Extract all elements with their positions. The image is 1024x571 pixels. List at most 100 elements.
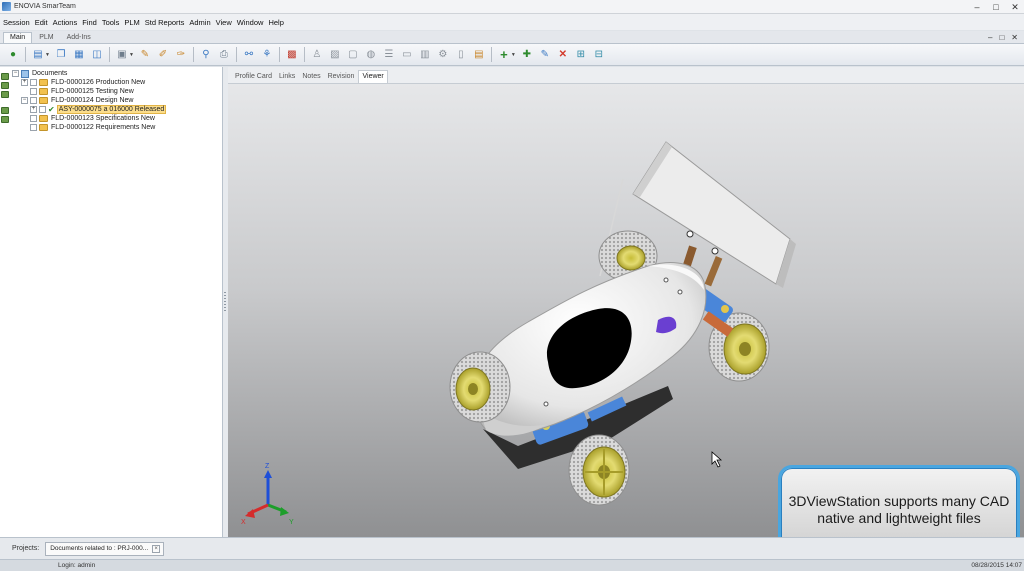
mdi-minimize-button[interactable]: – xyxy=(988,33,992,42)
mdi-close-button[interactable]: ✕ xyxy=(1011,33,1018,42)
axis-label-y: Y xyxy=(289,519,294,526)
splitter-grip-icon[interactable] xyxy=(224,292,226,312)
modify-icon[interactable]: ✎ xyxy=(537,47,552,62)
list-icon[interactable]: ☰ xyxy=(381,47,396,62)
menu-plm[interactable]: PLM xyxy=(124,18,139,27)
checkbox[interactable] xyxy=(30,97,37,104)
title-bar: ENOVIA SmarTeam – □ ✕ xyxy=(0,0,1024,14)
hierarchy-icon[interactable]: ⊞ xyxy=(573,47,588,62)
menu-view[interactable]: View xyxy=(216,18,232,27)
menu-tools[interactable]: Tools xyxy=(102,18,120,27)
structure-icon[interactable]: ⊟ xyxy=(591,47,606,62)
chart-icon[interactable]: ▥ xyxy=(417,47,432,62)
folder-icon xyxy=(39,88,48,95)
tab-add-ins[interactable]: Add-Ins xyxy=(61,33,97,43)
settings-icon[interactable]: ⚙ xyxy=(435,47,450,62)
tree-item-label[interactable]: ASY-0000075 a 016000 Released xyxy=(56,105,167,114)
tab-main[interactable]: Main xyxy=(3,32,33,43)
split-view-icon[interactable]: ◫ xyxy=(89,47,104,62)
tree-item-label[interactable]: FLD-0000125 Testing New xyxy=(51,88,134,95)
menu-window[interactable]: Window xyxy=(237,18,264,27)
checkbox[interactable] xyxy=(30,115,37,122)
toolbar-separator xyxy=(192,47,194,62)
folder-icon xyxy=(39,97,48,104)
status-marker-icon xyxy=(1,73,9,80)
menu-edit[interactable]: Edit xyxy=(35,18,48,27)
dropdown-arrow-icon[interactable]: ▼ xyxy=(511,52,516,58)
globe-icon[interactable]: ◍ xyxy=(363,47,378,62)
dropdown-arrow-icon[interactable]: ▼ xyxy=(129,52,134,58)
collapse-toggle-icon[interactable]: − xyxy=(21,97,28,104)
print-icon[interactable]: ⎙ xyxy=(216,47,231,62)
document-tree-panel: − Documents + FLD-0000126 Production New… xyxy=(0,67,223,537)
tree-item-selected[interactable]: + ✔ ASY-0000075 a 016000 Released xyxy=(12,105,167,114)
tab-links[interactable]: Links xyxy=(276,71,298,83)
tree-root[interactable]: − Documents xyxy=(12,69,166,78)
tree-item-label[interactable]: FLD-0000123 Specifications New xyxy=(51,115,155,122)
expand-toggle-icon[interactable]: + xyxy=(21,79,28,86)
add-icon[interactable]: + xyxy=(496,47,511,62)
window-icon[interactable]: ▢ xyxy=(345,47,360,62)
add-link-icon[interactable]: ✚ xyxy=(519,47,534,62)
tree-item-label[interactable]: FLD-0000124 Design New xyxy=(51,97,134,104)
card-icon[interactable]: ▭ xyxy=(399,47,414,62)
tab-plm[interactable]: PLM xyxy=(33,33,59,43)
tab-notes[interactable]: Notes xyxy=(299,71,323,83)
tree-item-label[interactable]: FLD-0000126 Production New xyxy=(51,79,145,86)
check-out-icon[interactable]: ✑ xyxy=(173,47,188,62)
lifecycle-icon[interactable]: ⚯ xyxy=(241,47,256,62)
minimize-button[interactable]: – xyxy=(972,1,982,13)
workflow-icon[interactable]: ⚘ xyxy=(259,47,274,62)
menu-find[interactable]: Find xyxy=(82,18,97,27)
tree-item[interactable]: FLD-0000123 Specifications New xyxy=(12,114,166,123)
expand-toggle-icon[interactable]: + xyxy=(30,106,37,113)
menu-session[interactable]: Session xyxy=(3,18,30,27)
status-marker-icon xyxy=(1,116,9,123)
user-icon[interactable]: ♙ xyxy=(309,47,324,62)
back-arrow-icon[interactable]: ● xyxy=(6,47,21,62)
axis-triad[interactable]: Z X Y xyxy=(241,463,294,526)
checkbox[interactable] xyxy=(39,106,46,113)
tree-item[interactable]: − FLD-0000124 Design New xyxy=(12,96,166,105)
projects-bar: Projects: Documents related to : PRJ-000… xyxy=(0,537,1024,559)
flow-icon[interactable]: ⚲ xyxy=(198,47,213,62)
tab-profile-card[interactable]: Profile Card xyxy=(232,71,275,83)
edit-pencil-icon[interactable]: ✎ xyxy=(137,47,152,62)
status-datetime: 08/28/2015 14:07 xyxy=(971,562,1022,569)
checkbox[interactable] xyxy=(30,88,37,95)
copy-icon[interactable]: ❐ xyxy=(53,47,68,62)
menu-std-reports[interactable]: Std Reports xyxy=(145,18,185,27)
tab-revision[interactable]: Revision xyxy=(325,71,358,83)
3d-viewport[interactable]: Z X Y 3DViewStation supports many CAD na… xyxy=(228,84,1024,537)
menu-admin[interactable]: Admin xyxy=(189,18,210,27)
open-icon[interactable]: ▣ xyxy=(114,47,129,62)
tree-item-label[interactable]: FLD-0000122 Requirements New xyxy=(51,124,155,131)
tree-item[interactable]: FLD-0000122 Requirements New xyxy=(12,123,166,132)
tree-view-icon[interactable]: ▦ xyxy=(71,47,86,62)
tab-viewer[interactable]: Viewer xyxy=(358,70,388,83)
tree-item[interactable]: FLD-0000125 Testing New xyxy=(12,87,166,96)
close-button[interactable]: ✕ xyxy=(1010,1,1020,13)
checkbox[interactable] xyxy=(30,79,37,86)
new-document-icon[interactable]: ▤ xyxy=(31,47,46,62)
project-tab[interactable]: Documents related to : PRJ-000... × xyxy=(45,541,165,556)
bolt-icon xyxy=(677,289,683,295)
checkbox[interactable] xyxy=(30,124,37,131)
released-check-icon: ✔ xyxy=(48,105,55,114)
report-icon[interactable]: ▩ xyxy=(284,47,299,62)
dropdown-arrow-icon[interactable]: ▼ xyxy=(45,52,50,58)
tree-item[interactable]: + FLD-0000126 Production New xyxy=(12,78,166,87)
menu-help[interactable]: Help xyxy=(268,18,283,27)
menu-actions[interactable]: Actions xyxy=(53,18,78,27)
delete-icon[interactable]: ✕ xyxy=(555,47,570,62)
image-icon[interactable]: ▨ xyxy=(327,47,342,62)
collapse-toggle-icon[interactable]: − xyxy=(12,70,19,77)
mdi-maximize-button[interactable]: □ xyxy=(999,33,1004,42)
page-icon[interactable]: ▯ xyxy=(453,47,468,62)
project-tab-label[interactable]: Documents related to : PRJ-000... xyxy=(50,545,148,552)
maximize-button[interactable]: □ xyxy=(991,1,1001,13)
tree-item-label[interactable]: Documents xyxy=(32,70,67,77)
lock-icon[interactable]: ▤ xyxy=(471,47,486,62)
check-in-icon[interactable]: ✐ xyxy=(155,47,170,62)
close-tab-icon[interactable]: × xyxy=(152,544,161,553)
